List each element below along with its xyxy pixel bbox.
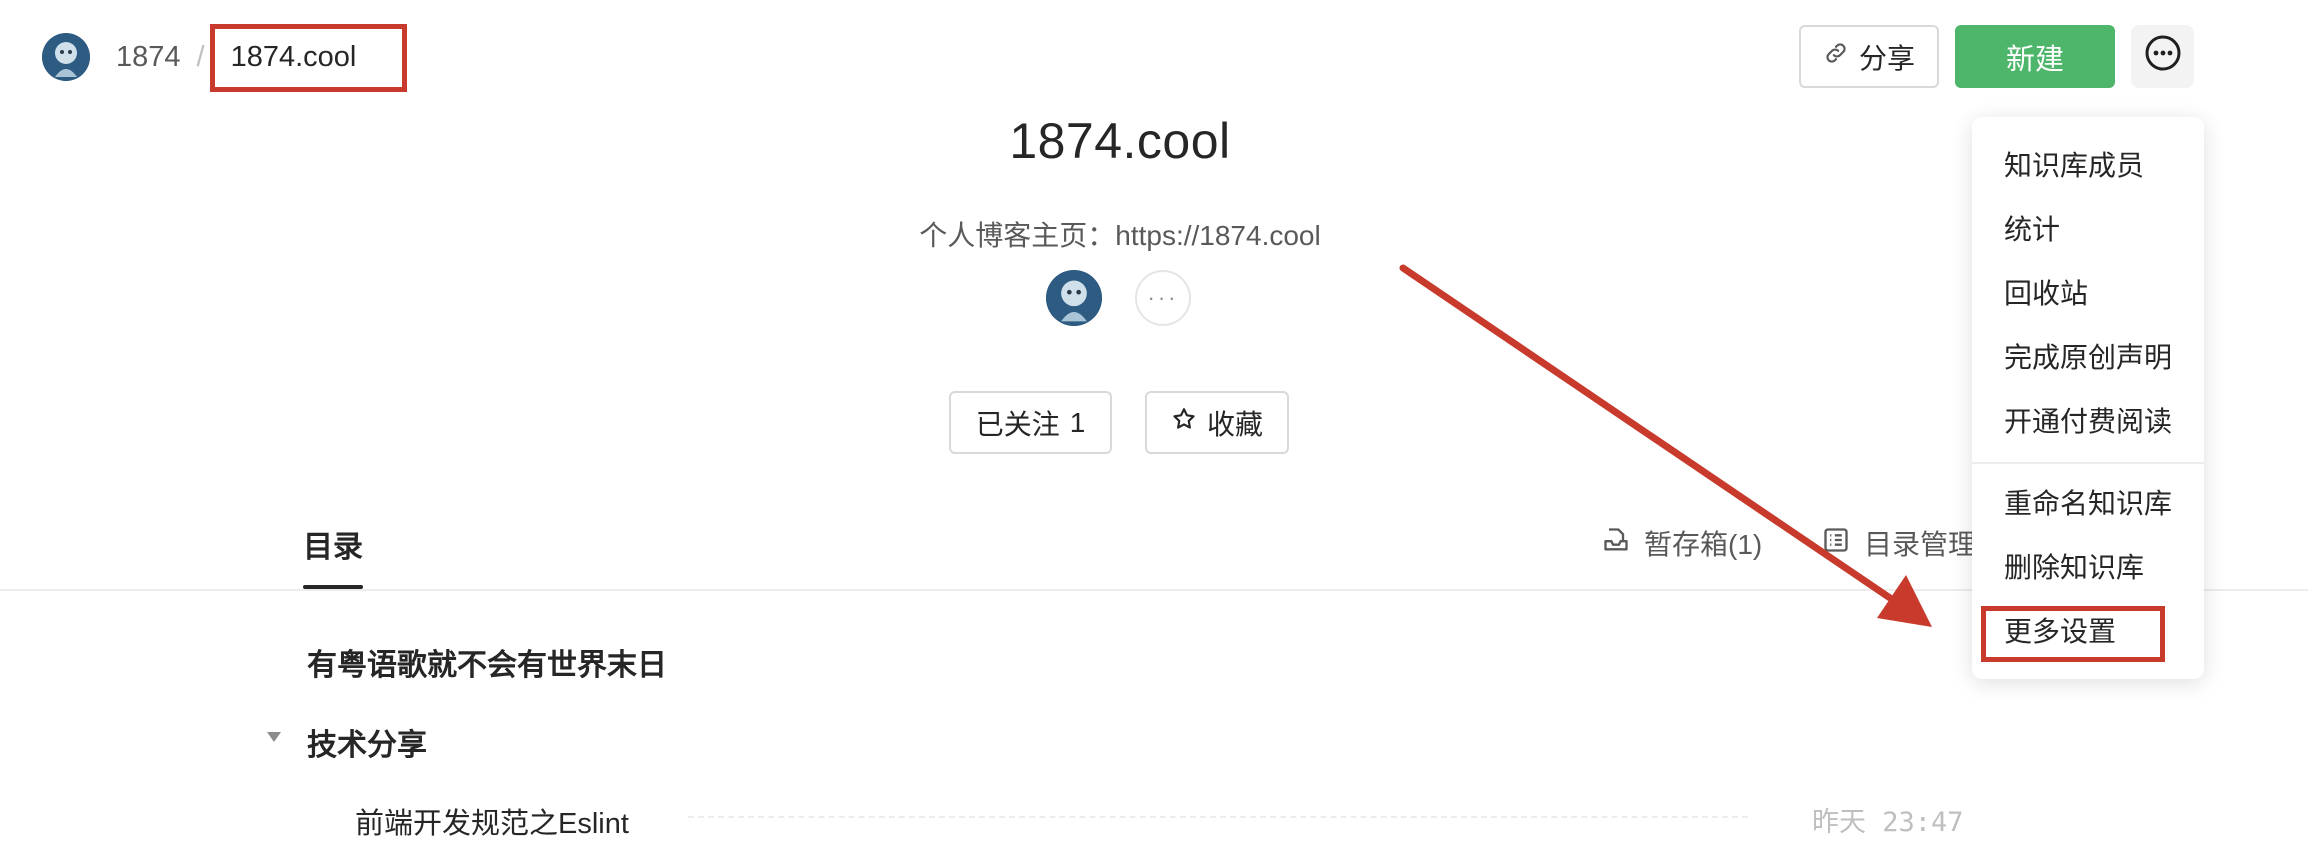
annotation-arrow [1399,264,1932,627]
